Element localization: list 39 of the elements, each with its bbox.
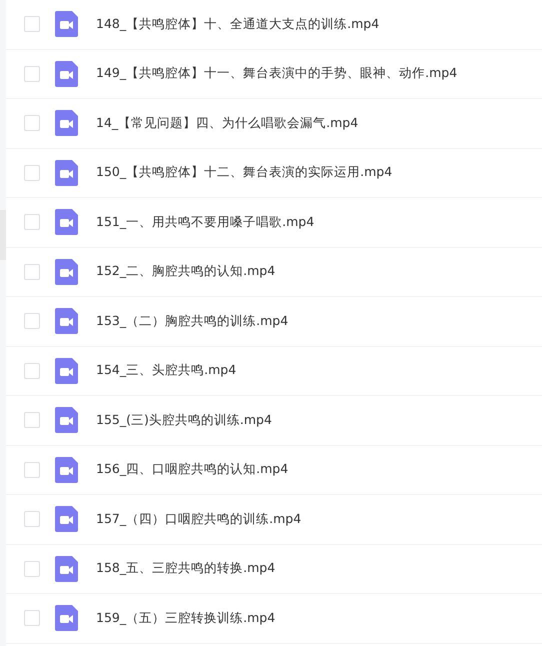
video-file-icon: [55, 258, 78, 285]
checkbox[interactable]: [24, 115, 40, 132]
video-file-icon: [55, 506, 78, 532]
file-name[interactable]: 14_【常见问题】四、为什么唱歌会漏气.mp4: [96, 114, 358, 132]
file-name[interactable]: 155_(三)头腔共鸣的训练.mp4: [96, 412, 272, 429]
checkbox[interactable]: [24, 164, 40, 181]
file-name[interactable]: 149_【共鸣腔体】十一、舞台表演中的手势、眼神、动作.mp4: [96, 65, 458, 82]
video-file-icon: [55, 110, 78, 136]
checkbox[interactable]: [24, 462, 40, 478]
checkbox[interactable]: [24, 214, 40, 230]
video-file-icon: [55, 407, 78, 434]
file-name[interactable]: 159_（五）三腔转换训练.mp4: [96, 610, 276, 627]
checkbox[interactable]: [24, 511, 40, 528]
video-file-icon: [55, 60, 78, 87]
video-file-icon: [55, 160, 78, 186]
checkbox[interactable]: [24, 264, 40, 280]
checkbox[interactable]: [24, 610, 40, 626]
checkbox[interactable]: [24, 16, 40, 32]
video-file-icon: [55, 605, 78, 632]
video-file-icon: [55, 11, 78, 38]
checkbox[interactable]: [24, 560, 40, 577]
video-file-icon: [55, 456, 78, 483]
video-file-icon: [55, 308, 78, 334]
file-name[interactable]: 150_【共鸣腔体】十二、舞台表演的实际运用.mp4: [96, 164, 392, 182]
file-name[interactable]: 154_三、头腔共鸣.mp4: [96, 362, 236, 380]
checkbox[interactable]: [24, 66, 40, 82]
file-name[interactable]: 148_【共鸣腔体】十、全通道大支点的训练.mp4: [96, 16, 380, 33]
video-file-icon: [55, 209, 78, 236]
file-name[interactable]: 151_一、用共鸣不要用嗓子唱歌.mp4: [96, 214, 314, 231]
file-name[interactable]: 152_二、胸腔共鸣的认知.mp4: [96, 263, 276, 280]
file-name[interactable]: 157_（四）口咽腔共鸣的训练.mp4: [96, 510, 302, 528]
file-name[interactable]: 156_四、口咽腔共鸣的认知.mp4: [96, 461, 288, 478]
video-file-icon: [55, 556, 78, 582]
file-name[interactable]: 158_五、三腔共鸣的转换.mp4: [96, 560, 276, 578]
checkbox[interactable]: [24, 313, 40, 330]
checkbox[interactable]: [24, 362, 40, 379]
checkbox[interactable]: [24, 412, 40, 428]
file-name[interactable]: 153_（二）胸腔共鸣的训练.mp4: [96, 312, 288, 330]
video-file-icon: [55, 358, 78, 384]
